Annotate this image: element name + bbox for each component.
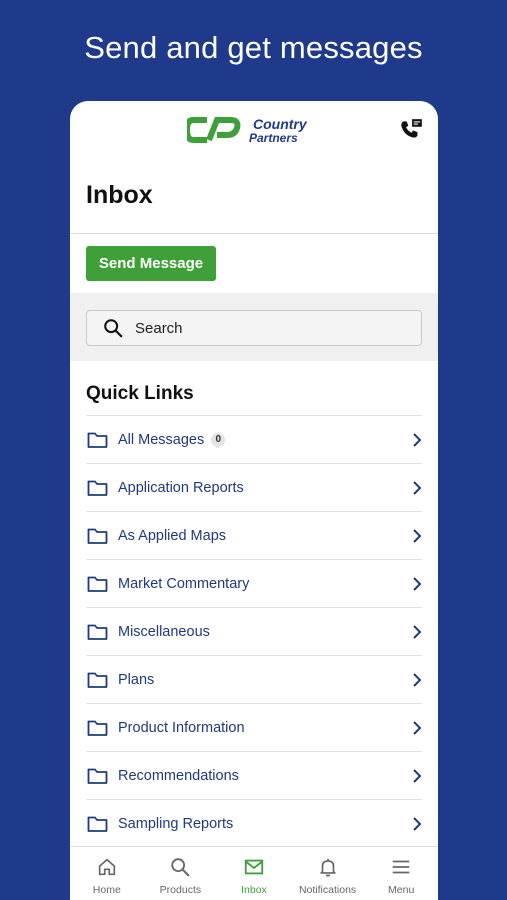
message-count-badge: 0 — [211, 432, 226, 447]
folder-icon — [87, 624, 108, 640]
quick-links-title: Quick Links — [86, 383, 194, 404]
folder-icon — [87, 768, 108, 784]
tab-home[interactable]: Home — [70, 847, 144, 900]
quick-link-label: Plans — [118, 671, 155, 688]
quick-link-market-commentary[interactable]: Market Commentary — [86, 560, 422, 608]
chevron-right-icon — [413, 625, 422, 639]
folder-icon — [87, 816, 108, 832]
tab-inbox[interactable]: Inbox — [217, 847, 291, 900]
tab-products[interactable]: Products — [144, 847, 218, 900]
search-icon — [104, 319, 123, 338]
quick-link-label: Sampling Reports — [118, 815, 234, 832]
quick-link-sampling-reports[interactable]: Sampling Reports — [86, 800, 422, 848]
mail-icon — [244, 859, 264, 875]
quick-link-label: Recommendations — [118, 767, 239, 784]
quick-link-recommendations[interactable]: Recommendations — [86, 752, 422, 800]
quick-link-label: Market Commentary — [118, 575, 250, 592]
app-header: Country Partners — [70, 101, 438, 157]
contact-phone-icon[interactable] — [398, 117, 424, 143]
chevron-right-icon — [413, 769, 422, 783]
folder-icon — [87, 432, 108, 448]
tab-menu[interactable]: Menu — [364, 847, 438, 900]
hamburger-icon — [392, 860, 410, 874]
bottom-tab-bar: Home Products Inbox Notifications Menu — [70, 846, 438, 900]
chevron-right-icon — [413, 577, 422, 591]
tab-label: Notifications — [298, 884, 357, 896]
tab-notifications[interactable]: Notifications — [291, 847, 365, 900]
country-partners-logo[interactable]: Country Partners — [187, 113, 322, 147]
chevron-right-icon — [413, 817, 422, 831]
folder-icon — [87, 672, 108, 688]
quick-link-miscellaneous[interactable]: Miscellaneous — [86, 608, 422, 656]
search-icon — [171, 858, 190, 877]
quick-link-label: All Messages — [118, 431, 205, 448]
svg-text:Partners: Partners — [249, 131, 298, 145]
search-placeholder: Search — [135, 319, 183, 337]
chevron-right-icon — [413, 721, 422, 735]
quick-link-label: Miscellaneous — [118, 623, 210, 640]
quick-link-all-messages[interactable]: All Messages 0 — [86, 416, 422, 464]
send-message-button[interactable]: Send Message — [86, 246, 216, 281]
quick-link-application-reports[interactable]: Application Reports — [86, 464, 422, 512]
tab-label: Products — [159, 884, 202, 896]
promo-title: Send and get messages — [84, 30, 423, 65]
app-screen: Country Partners Inbox Send Message Sear… — [70, 101, 438, 900]
chevron-right-icon — [413, 433, 422, 447]
chevron-right-icon — [413, 481, 422, 495]
quick-link-label: Product Information — [118, 719, 245, 736]
quick-link-product-information[interactable]: Product Information — [86, 704, 422, 752]
folder-icon — [87, 576, 108, 592]
quick-link-plans[interactable]: Plans — [86, 656, 422, 704]
tab-label: Home — [92, 884, 121, 896]
svg-text:Country: Country — [253, 116, 308, 132]
bell-icon — [319, 858, 336, 877]
divider — [70, 233, 438, 234]
search-input[interactable]: Search — [86, 310, 422, 346]
quick-links-list: All Messages 0 Application Reports As Ap… — [86, 415, 422, 848]
home-icon — [98, 858, 115, 876]
page-title: Inbox — [86, 181, 153, 209]
chevron-right-icon — [413, 529, 422, 543]
tab-label: Menu — [388, 884, 415, 896]
tab-label: Inbox — [241, 884, 267, 896]
quick-link-label: As Applied Maps — [118, 527, 227, 544]
chevron-right-icon — [413, 673, 422, 687]
quick-link-as-applied-maps[interactable]: As Applied Maps — [86, 512, 422, 560]
quick-link-label: Application Reports — [118, 479, 244, 496]
folder-icon — [87, 528, 108, 544]
search-section: Search — [70, 293, 438, 361]
folder-icon — [87, 720, 108, 736]
folder-icon — [87, 480, 108, 496]
